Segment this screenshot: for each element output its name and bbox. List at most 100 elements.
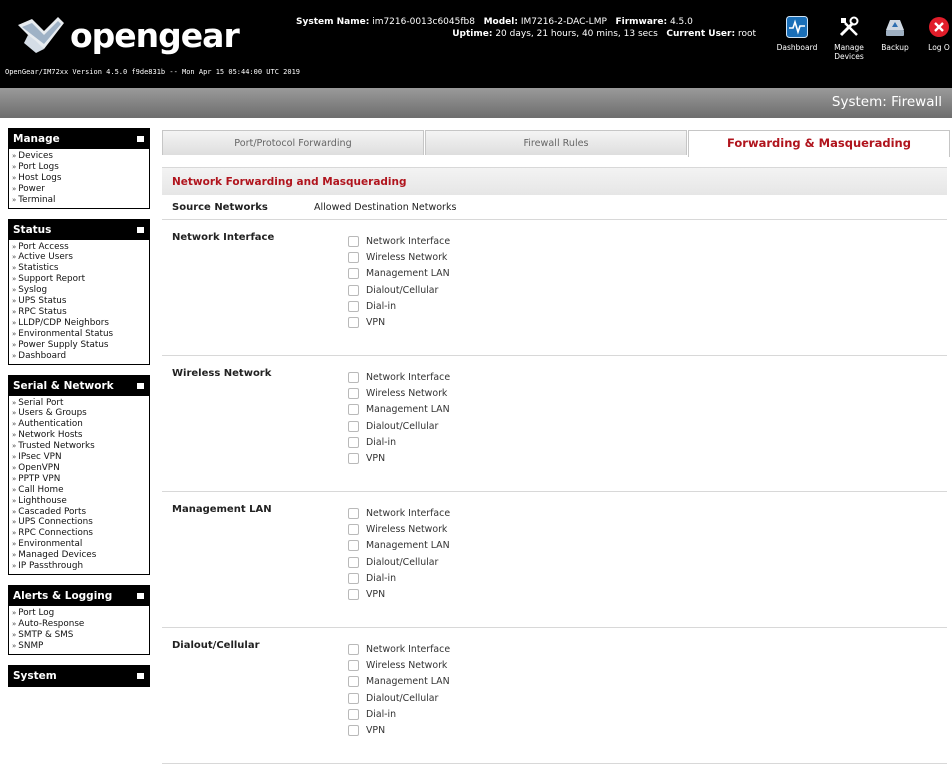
destination-option-network-interface[interactable]: Network Interface <box>348 233 450 249</box>
checkbox[interactable] <box>348 523 359 535</box>
tab-port-protocol-forwarding[interactable]: Port/Protocol Forwarding <box>162 130 424 155</box>
destination-option-network-interface[interactable]: Network Interface <box>348 369 450 385</box>
sidebar-item-ups-status[interactable]: » UPS Status <box>12 296 149 307</box>
destination-option-vpn[interactable]: VPN <box>348 450 450 466</box>
destination-option-management-lan[interactable]: Management LAN <box>348 538 450 554</box>
destination-option-dial-in[interactable]: Dial-in <box>348 570 450 586</box>
sidebar-item-syslog[interactable]: » Syslog <box>12 285 149 296</box>
destination-option-wireless-network[interactable]: Wireless Network <box>348 657 450 673</box>
sidebar-item-power-supply-status[interactable]: » Power Supply Status <box>12 340 149 351</box>
destination-option-wireless-network[interactable]: Wireless Network <box>348 385 450 401</box>
checkbox[interactable] <box>348 387 359 399</box>
checkbox[interactable] <box>348 676 359 688</box>
destination-option-dial-in[interactable]: Dial-in <box>348 706 450 722</box>
destination-option-management-lan[interactable]: Management LAN <box>348 402 450 418</box>
sidebar-item-network-hosts[interactable]: » Network Hosts <box>12 430 149 441</box>
destination-option-dial-in[interactable]: Dial-in <box>348 298 450 314</box>
tab-forwarding-masquerading[interactable]: Forwarding & Masquerading <box>688 130 950 157</box>
checkbox[interactable] <box>348 453 359 465</box>
sidebar-item-call-home[interactable]: » Call Home <box>12 485 149 496</box>
checkbox[interactable] <box>348 589 359 601</box>
opengear-logo[interactable]: opengear <box>14 14 240 56</box>
sidebar-item-environmental-status[interactable]: » Environmental Status <box>12 329 149 340</box>
sidebar-item-environmental[interactable]: » Environmental <box>12 539 149 550</box>
checkbox[interactable] <box>348 251 359 263</box>
sidebar-item-port-log[interactable]: » Port Log <box>12 608 149 619</box>
sidebar-item-statistics[interactable]: » Statistics <box>12 263 149 274</box>
checkbox[interactable] <box>348 317 359 329</box>
manage-devices-button[interactable]: Manage Devices <box>832 16 866 61</box>
destination-option-dialout-cellular[interactable]: Dialout/Cellular <box>348 418 450 434</box>
sidebar-item-smtp-sms[interactable]: » SMTP & SMS <box>12 630 149 641</box>
sidebar-item-host-logs[interactable]: » Host Logs <box>12 173 149 184</box>
sidebar-item-auto-response[interactable]: » Auto-Response <box>12 619 149 630</box>
sidebar-panel-header[interactable]: Alerts & Logging <box>9 586 149 606</box>
logout-button[interactable]: Log O <box>924 16 952 52</box>
dashboard-button[interactable]: Dashboard <box>775 16 819 52</box>
sidebar-panel-header[interactable]: Status <box>9 219 149 240</box>
checkbox[interactable] <box>348 572 359 584</box>
sidebar-item-lldp-cdp-neighbors[interactable]: » LLDP/CDP Neighbors <box>12 318 149 329</box>
collapse-icon[interactable] <box>137 593 144 599</box>
checkbox[interactable] <box>348 404 359 416</box>
destination-option-vpn[interactable]: VPN <box>348 314 450 330</box>
backup-button[interactable]: Backup <box>880 16 910 52</box>
sidebar-item-cascaded-ports[interactable]: » Cascaded Ports <box>12 507 149 518</box>
tab-firewall-rules[interactable]: Firewall Rules <box>425 130 687 155</box>
checkbox[interactable] <box>348 420 359 432</box>
sidebar-item-openvpn[interactable]: » OpenVPN <box>12 463 149 474</box>
destination-option-wireless-network[interactable]: Wireless Network <box>348 521 450 537</box>
destination-option-network-interface[interactable]: Network Interface <box>348 505 450 521</box>
sidebar-item-dashboard[interactable]: » Dashboard <box>12 351 149 362</box>
sidebar-item-ip-passthrough[interactable]: » IP Passthrough <box>12 561 149 572</box>
checkbox[interactable] <box>348 284 359 296</box>
destination-option-dial-in[interactable]: Dial-in <box>348 434 450 450</box>
checkbox[interactable] <box>348 235 359 247</box>
sidebar-item-port-logs[interactable]: » Port Logs <box>12 162 149 173</box>
collapse-icon[interactable] <box>137 672 144 679</box>
sidebar-item-users-groups[interactable]: » Users & Groups <box>12 408 149 419</box>
destination-option-management-lan[interactable]: Management LAN <box>348 674 450 690</box>
sidebar-item-trusted-networks[interactable]: » Trusted Networks <box>12 441 149 452</box>
checkbox[interactable] <box>348 300 359 312</box>
sidebar-item-lighthouse[interactable]: » Lighthouse <box>12 496 149 507</box>
sidebar-item-managed-devices[interactable]: » Managed Devices <box>12 550 149 561</box>
sidebar-panel-header[interactable]: Manage <box>9 129 149 149</box>
checkbox[interactable] <box>348 540 359 552</box>
sidebar-item-authentication[interactable]: » Authentication <box>12 419 149 430</box>
collapse-icon[interactable] <box>137 382 144 389</box>
sidebar-item-port-access[interactable]: » Port Access <box>12 242 149 253</box>
destination-option-dialout-cellular[interactable]: Dialout/Cellular <box>348 282 450 298</box>
checkbox[interactable] <box>348 692 359 704</box>
sidebar-item-support-report[interactable]: » Support Report <box>12 274 149 285</box>
sidebar-item-snmp[interactable]: » SNMP <box>12 641 149 652</box>
destination-option-vpn[interactable]: VPN <box>348 722 450 738</box>
destination-option-vpn[interactable]: VPN <box>348 586 450 602</box>
sidebar-item-rpc-connections[interactable]: » RPC Connections <box>12 528 149 539</box>
checkbox[interactable] <box>348 507 359 519</box>
sidebar-item-ipsec-vpn[interactable]: » IPsec VPN <box>12 452 149 463</box>
checkbox[interactable] <box>348 371 359 383</box>
sidebar-panel-header[interactable]: Serial & Network <box>9 375 149 396</box>
sidebar-item-rpc-status[interactable]: » RPC Status <box>12 307 149 318</box>
checkbox[interactable] <box>348 268 359 280</box>
sidebar-item-pptp-vpn[interactable]: » PPTP VPN <box>12 474 149 485</box>
sidebar-item-ups-connections[interactable]: » UPS Connections <box>12 517 149 528</box>
sidebar-item-active-users[interactable]: » Active Users <box>12 252 149 263</box>
destination-option-wireless-network[interactable]: Wireless Network <box>348 249 450 265</box>
sidebar-item-terminal[interactable]: » Terminal <box>12 195 149 206</box>
checkbox[interactable] <box>348 556 359 568</box>
checkbox[interactable] <box>348 659 359 671</box>
destination-option-management-lan[interactable]: Management LAN <box>348 266 450 282</box>
destination-option-network-interface[interactable]: Network Interface <box>348 641 450 657</box>
destination-option-dialout-cellular[interactable]: Dialout/Cellular <box>348 690 450 706</box>
sidebar-item-serial-port[interactable]: » Serial Port <box>12 398 149 409</box>
checkbox[interactable] <box>348 725 359 737</box>
checkbox[interactable] <box>348 643 359 655</box>
sidebar-item-power[interactable]: » Power <box>12 184 149 195</box>
checkbox[interactable] <box>348 708 359 720</box>
sidebar-panel-header[interactable]: System <box>9 665 149 686</box>
checkbox[interactable] <box>348 436 359 448</box>
destination-option-dialout-cellular[interactable]: Dialout/Cellular <box>348 554 450 570</box>
collapse-icon[interactable] <box>137 136 144 142</box>
